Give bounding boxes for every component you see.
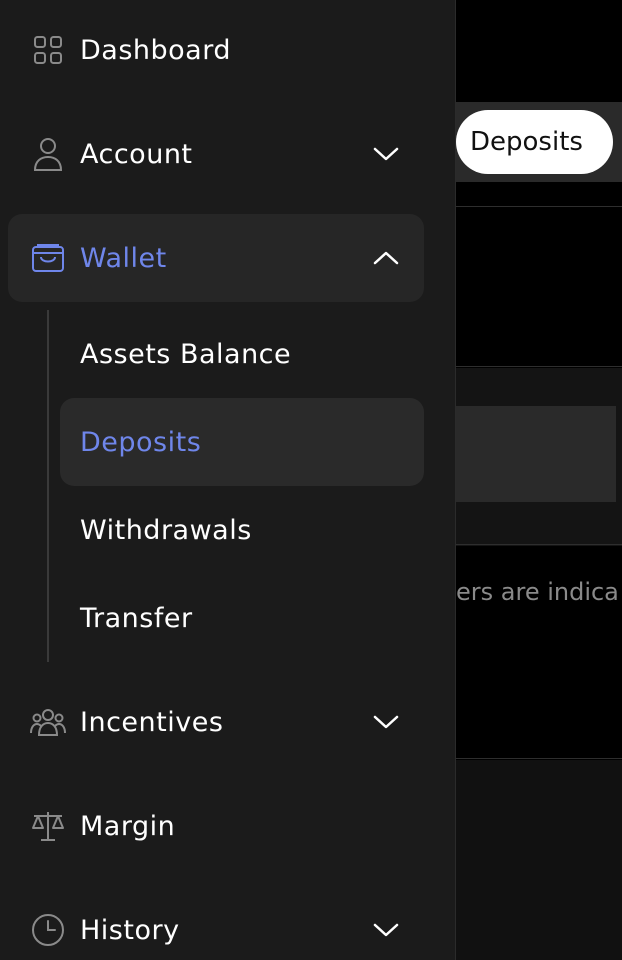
sidebar-item-label: Margin bbox=[80, 810, 176, 842]
info-text: ers are indica bbox=[456, 578, 619, 606]
clock-icon bbox=[30, 912, 66, 948]
chevron-down-icon bbox=[370, 914, 402, 946]
subitem-label: Deposits bbox=[80, 426, 202, 458]
divider bbox=[456, 544, 622, 545]
gray-panel bbox=[456, 406, 616, 502]
sidebar-item-account[interactable]: Account bbox=[8, 110, 424, 198]
tab-deposits[interactable]: Deposits bbox=[456, 110, 613, 174]
divider bbox=[456, 206, 622, 207]
sidebar-item-label: Dashboard bbox=[80, 34, 231, 66]
sidebar-item-history[interactable]: History bbox=[8, 886, 424, 960]
chevron-up-icon bbox=[370, 242, 402, 274]
subitem-label: Withdrawals bbox=[80, 514, 252, 546]
sidebar-item-label: Incentives bbox=[80, 706, 224, 738]
dashboard-icon bbox=[30, 32, 66, 68]
scale-icon bbox=[30, 808, 66, 844]
sidebar-subitem-deposits[interactable]: Deposits bbox=[60, 398, 424, 486]
subitem-label: Transfer bbox=[80, 602, 193, 634]
chevron-down-icon bbox=[370, 138, 402, 170]
wallet-icon bbox=[30, 240, 66, 276]
sidebar-nav: Dashboard Account Wallet Assets Balance … bbox=[0, 0, 456, 960]
sidebar-item-label: Account bbox=[80, 138, 193, 170]
divider bbox=[456, 758, 622, 759]
bottom-panel bbox=[456, 760, 622, 960]
sidebar-item-margin[interactable]: Margin bbox=[8, 782, 424, 870]
sidebar-subitem-withdrawals[interactable]: Withdrawals bbox=[60, 486, 424, 574]
background-app: Deposits ers are indica bbox=[456, 0, 622, 960]
sidebar-item-wallet[interactable]: Wallet bbox=[8, 214, 424, 302]
sidebar-item-label: Wallet bbox=[80, 242, 167, 274]
subnav-guide-line bbox=[47, 310, 49, 662]
chevron-down-icon bbox=[370, 706, 402, 738]
user-icon bbox=[30, 136, 66, 172]
sidebar-subitem-assets-balance[interactable]: Assets Balance bbox=[60, 310, 424, 398]
divider bbox=[456, 366, 622, 367]
sidebar-item-dashboard[interactable]: Dashboard bbox=[8, 6, 424, 94]
group-icon bbox=[30, 704, 66, 740]
subitem-label: Assets Balance bbox=[80, 338, 292, 370]
sidebar-subitem-transfer[interactable]: Transfer bbox=[60, 574, 424, 662]
sidebar-item-label: History bbox=[80, 914, 180, 946]
sidebar-item-incentives[interactable]: Incentives bbox=[8, 678, 424, 766]
